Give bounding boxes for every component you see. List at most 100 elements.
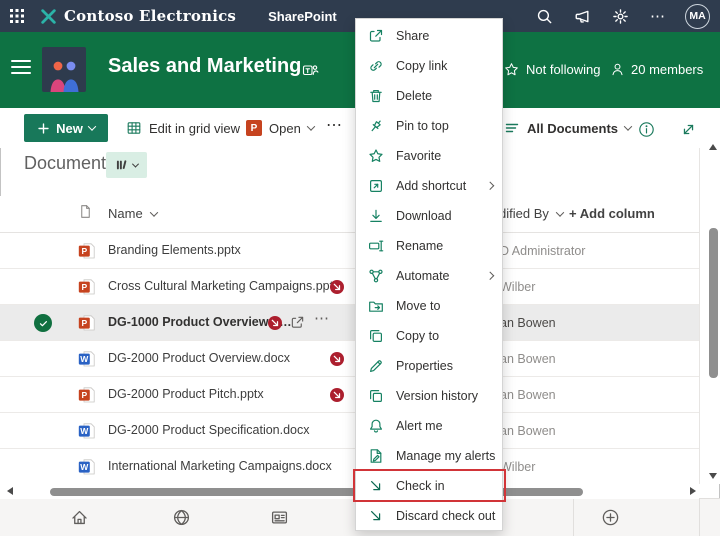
menu-item-discard-check-out[interactable]: Discard check out — [356, 501, 502, 531]
file-name[interactable]: DG-2000 Product Specification.docx — [108, 423, 310, 437]
menu-item-move-to[interactable]: Move to — [356, 291, 502, 321]
hamburger-menu-icon[interactable] — [10, 58, 34, 76]
table-row[interactable]: P Cross Cultural Marketing Campaigns.pptx… — [0, 269, 699, 305]
file-name[interactable]: International Marketing Campaigns.docx — [108, 459, 332, 473]
chevron-right-icon — [485, 272, 494, 280]
file-name[interactable]: DG-2000 Product Overview.docx — [108, 351, 290, 365]
add-tab-icon[interactable] — [601, 508, 620, 527]
svg-text:P: P — [81, 282, 87, 292]
bell-icon — [368, 418, 384, 434]
table-row[interactable]: P DG-2000 Product Pitch.pptx an Bowen — [0, 377, 699, 413]
home-icon[interactable] — [70, 508, 89, 527]
menu-item-copy-to[interactable]: Copy to — [356, 321, 502, 351]
avatar[interactable]: MA — [685, 3, 710, 29]
menu-item-label: Rename — [396, 239, 444, 253]
checked-out-icon — [330, 388, 344, 402]
menu-item-label: Download — [396, 209, 452, 223]
follow-button[interactable]: Not following — [504, 62, 600, 77]
scroll-right-icon[interactable] — [690, 487, 696, 495]
scroll-left-icon[interactable] — [7, 487, 13, 495]
view-selector[interactable]: All Documents — [504, 115, 633, 141]
svg-text:P: P — [81, 246, 87, 256]
more-icon[interactable]: ⋯ — [314, 309, 330, 327]
menu-item-check-in[interactable]: Check in — [353, 469, 506, 502]
svg-text:W: W — [80, 462, 89, 472]
expand-icon[interactable] — [680, 116, 697, 142]
menu-item-label: Share — [396, 29, 430, 43]
vertical-scrollbar[interactable] — [700, 140, 720, 484]
settings-gear-icon[interactable] — [601, 8, 639, 25]
library-view-pill[interactable] — [106, 152, 147, 178]
plus-icon — [38, 122, 49, 134]
menu-item-pin-to-top[interactable]: Pin to top — [356, 111, 502, 141]
menu-item-version-history[interactable]: Version history — [356, 381, 502, 411]
horizontal-scroll-thumb[interactable] — [50, 488, 583, 496]
pptx-file-icon: P — [78, 386, 96, 404]
modified-by-cell: an Bowen — [500, 388, 556, 402]
news-icon[interactable] — [270, 508, 289, 527]
shortcut-icon — [368, 178, 384, 194]
docx-file-icon: W — [78, 422, 96, 440]
edit-grid-view-button[interactable]: Edit in grid view — [126, 115, 240, 141]
selected-check-icon[interactable] — [34, 314, 52, 332]
product-name[interactable]: SharePoint — [268, 9, 337, 24]
vertical-scroll-thumb[interactable] — [709, 228, 718, 378]
new-button[interactable]: New — [24, 114, 108, 142]
menu-item-delete[interactable]: Delete — [356, 81, 502, 111]
file-name[interactable]: DG-2000 Product Pitch.pptx — [108, 387, 264, 401]
members-button[interactable]: 20 members — [610, 62, 703, 77]
file-name[interactable]: DG-1000 Product Overview.p… — [108, 315, 292, 329]
menu-item-rename[interactable]: Rename — [356, 231, 502, 261]
globe-icon[interactable] — [172, 508, 191, 527]
teams-icon — [302, 62, 319, 78]
scroll-down-icon[interactable] — [709, 473, 717, 479]
menu-item-manage-my-alerts[interactable]: Manage my alerts — [356, 441, 502, 471]
svg-text:W: W — [80, 354, 89, 364]
table-row[interactable]: W DG-2000 Product Specification.docx an Bo… — [0, 413, 699, 449]
file-name[interactable]: Branding Elements.pptx — [108, 243, 241, 257]
site-title[interactable]: Sales and Marketing — [108, 55, 301, 78]
scroll-up-icon[interactable] — [709, 144, 717, 150]
link-icon — [368, 58, 384, 74]
column-header-name[interactable]: Name — [108, 206, 158, 221]
menu-item-label: Version history — [396, 389, 478, 403]
menu-item-label: Pin to top — [396, 119, 449, 133]
chevron-down-icon — [131, 160, 140, 168]
table-row[interactable]: W International Marketing Campaigns.docx W… — [0, 449, 699, 485]
pin-icon — [368, 118, 384, 134]
view-lines-icon — [505, 123, 519, 133]
share-icon[interactable] — [290, 315, 305, 330]
more-options-icon[interactable]: ⋯ — [639, 9, 677, 24]
menu-item-download[interactable]: Download — [356, 201, 502, 231]
megaphone-icon[interactable] — [563, 8, 601, 25]
menu-item-alert-me[interactable]: Alert me — [356, 411, 502, 441]
menu-item-properties[interactable]: Properties — [356, 351, 502, 381]
menu-item-share[interactable]: Share — [356, 21, 502, 51]
app-launcher-waffle-icon[interactable] — [0, 8, 34, 24]
share-icon — [368, 28, 384, 44]
menu-item-copy-link[interactable]: Copy link — [356, 51, 502, 81]
menu-item-label: Move to — [396, 299, 441, 313]
horizontal-scrollbar[interactable] — [0, 484, 699, 499]
checked-out-icon — [268, 316, 282, 330]
info-icon[interactable] — [638, 116, 655, 142]
trash-icon — [368, 88, 384, 104]
modified-by-cell: Wilber — [500, 280, 536, 294]
search-icon[interactable] — [525, 8, 563, 25]
toolbar-more-icon[interactable]: ⋯ — [326, 112, 343, 138]
menu-item-label: Delete — [396, 89, 433, 103]
file-name[interactable]: Cross Cultural Marketing Campaigns.pptx — [108, 279, 339, 293]
site-logo[interactable] — [42, 47, 86, 92]
table-row[interactable]: W DG-2000 Product Overview.docx an Bowen — [0, 341, 699, 377]
open-button[interactable]: P Open — [246, 115, 316, 141]
menu-item-favorite[interactable]: Favorite — [356, 141, 502, 171]
table-row[interactable]: P Branding Elements.pptx D Administrator — [0, 233, 699, 269]
add-column-button[interactable]: + Add column — [569, 206, 655, 221]
file-type-column-icon[interactable] — [78, 204, 93, 219]
svg-text:P: P — [81, 318, 87, 328]
table-row[interactable]: P DG-1000 Product Overview.p… ⋯ an Bowen — [0, 305, 699, 341]
menu-item-label: Properties — [396, 359, 453, 373]
menu-item-label: Copy to — [396, 329, 440, 343]
menu-item-automate[interactable]: Automate — [356, 261, 502, 291]
menu-item-add-shortcut[interactable]: Add shortcut — [356, 171, 502, 201]
